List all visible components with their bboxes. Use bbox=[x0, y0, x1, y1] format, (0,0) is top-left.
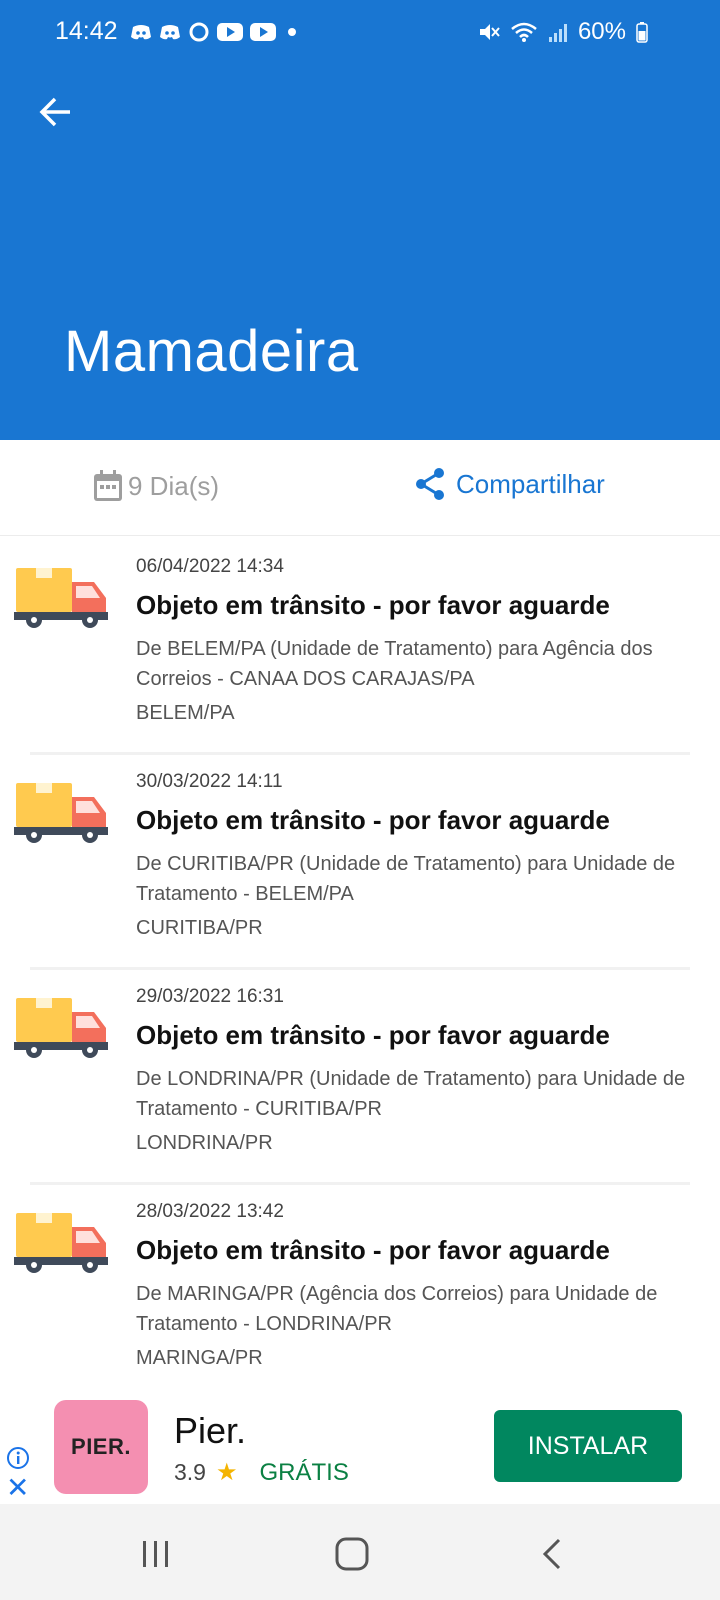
event-date: 30/03/2022 14:11 bbox=[136, 771, 283, 792]
event-description: De CURITIBA/PR (Unidade de Tratamento) p… bbox=[136, 853, 676, 905]
ad-info-icon[interactable] bbox=[6, 1446, 30, 1470]
event-description: De LONDRINA/PR (Unidade de Tratamento) p… bbox=[136, 1068, 686, 1120]
event-date: 06/04/2022 14:34 bbox=[136, 556, 284, 577]
ad-rating: 3.9 ★ GRÁTIS bbox=[174, 1458, 349, 1487]
circle-app-icon bbox=[189, 22, 209, 42]
app-header: 14:42 60% Mamadeira bbox=[0, 0, 720, 440]
tracking-event[interactable]: 30/03/2022 14:11 Objeto em trânsito - po… bbox=[0, 755, 720, 970]
calendar-icon bbox=[94, 470, 122, 501]
ad-banner[interactable]: ✕ PIER. Pier. 3.9 ★ GRÁTIS INSTALAR bbox=[0, 1392, 720, 1504]
tracking-events-list: 06/04/2022 14:34 Objeto em trânsito - po… bbox=[0, 540, 720, 1400]
mute-icon bbox=[479, 24, 500, 40]
recents-icon bbox=[143, 1541, 168, 1567]
event-title: Objeto em trânsito - por favor aguarde bbox=[136, 1020, 610, 1050]
system-nav-bar bbox=[0, 1504, 720, 1600]
event-date: 29/03/2022 16:31 bbox=[136, 986, 284, 1007]
back-nav-button[interactable] bbox=[532, 1534, 572, 1574]
status-time: 14:42 bbox=[55, 17, 118, 45]
page-title: Mamadeira bbox=[64, 319, 359, 384]
event-location: CURITIBA/PR bbox=[136, 917, 263, 939]
event-description: De MARINGA/PR (Agência dos Correios) par… bbox=[136, 1283, 658, 1335]
event-description: De BELEM/PA (Unidade de Tratamento) para… bbox=[136, 638, 653, 690]
event-location: MARINGA/PR bbox=[136, 1347, 263, 1369]
share-button[interactable]: Compartilhar bbox=[414, 467, 605, 501]
status-bar: 14:42 60% bbox=[0, 0, 720, 66]
home-button[interactable] bbox=[332, 1534, 372, 1574]
ad-app-logo[interactable]: PIER. bbox=[54, 1400, 148, 1494]
delivery-truck-icon bbox=[14, 783, 108, 843]
event-location: BELEM/PA bbox=[136, 702, 235, 724]
share-icon bbox=[416, 468, 444, 500]
battery-percent: 60% bbox=[577, 18, 626, 45]
arrow-left-icon bbox=[39, 97, 70, 127]
ad-rating-value: 3.9 bbox=[174, 1459, 206, 1485]
youtube-icon bbox=[250, 23, 276, 41]
discord-icon bbox=[131, 25, 151, 40]
delivery-truck-icon bbox=[14, 568, 108, 628]
system-icons: 60% bbox=[478, 18, 648, 46]
star-icon: ★ bbox=[215, 1459, 238, 1486]
back-button[interactable] bbox=[32, 88, 80, 136]
days-label: 9 Dia(s) bbox=[128, 470, 220, 501]
delivery-truck-icon bbox=[14, 1213, 108, 1273]
back-nav-icon bbox=[542, 1538, 561, 1570]
delivery-truck-icon bbox=[14, 998, 108, 1058]
battery-icon bbox=[636, 22, 648, 43]
recents-button[interactable] bbox=[136, 1534, 176, 1574]
event-title: Objeto em trânsito - por favor aguarde bbox=[136, 590, 610, 620]
share-label: Compartilhar bbox=[456, 468, 605, 499]
event-date: 28/03/2022 13:42 bbox=[136, 1201, 284, 1222]
install-button[interactable]: INSTALAR bbox=[494, 1410, 682, 1482]
tracking-event[interactable]: 06/04/2022 14:34 Objeto em trânsito - po… bbox=[0, 540, 720, 755]
youtube-icon bbox=[217, 23, 243, 41]
discord-icon bbox=[160, 25, 180, 40]
home-icon bbox=[335, 1537, 369, 1571]
days-counter: 9 Dia(s) bbox=[92, 469, 219, 503]
close-icon[interactable]: ✕ bbox=[6, 1474, 29, 1502]
dot-icon bbox=[288, 28, 296, 36]
notification-icons bbox=[130, 21, 301, 43]
ad-app-name[interactable]: Pier. bbox=[174, 1410, 246, 1452]
ad-price: GRÁTIS bbox=[259, 1458, 349, 1486]
tracking-event[interactable]: 29/03/2022 16:31 Objeto em trânsito - po… bbox=[0, 970, 720, 1185]
summary-bar: 9 Dia(s) Compartilhar bbox=[0, 440, 720, 536]
signal-icon bbox=[548, 24, 567, 42]
event-location: LONDRINA/PR bbox=[136, 1132, 273, 1154]
event-title: Objeto em trânsito - por favor aguarde bbox=[136, 1235, 610, 1265]
wifi-icon bbox=[511, 22, 537, 42]
event-title: Objeto em trânsito - por favor aguarde bbox=[136, 805, 610, 835]
tracking-event[interactable]: 28/03/2022 13:42 Objeto em trânsito - po… bbox=[0, 1185, 720, 1400]
